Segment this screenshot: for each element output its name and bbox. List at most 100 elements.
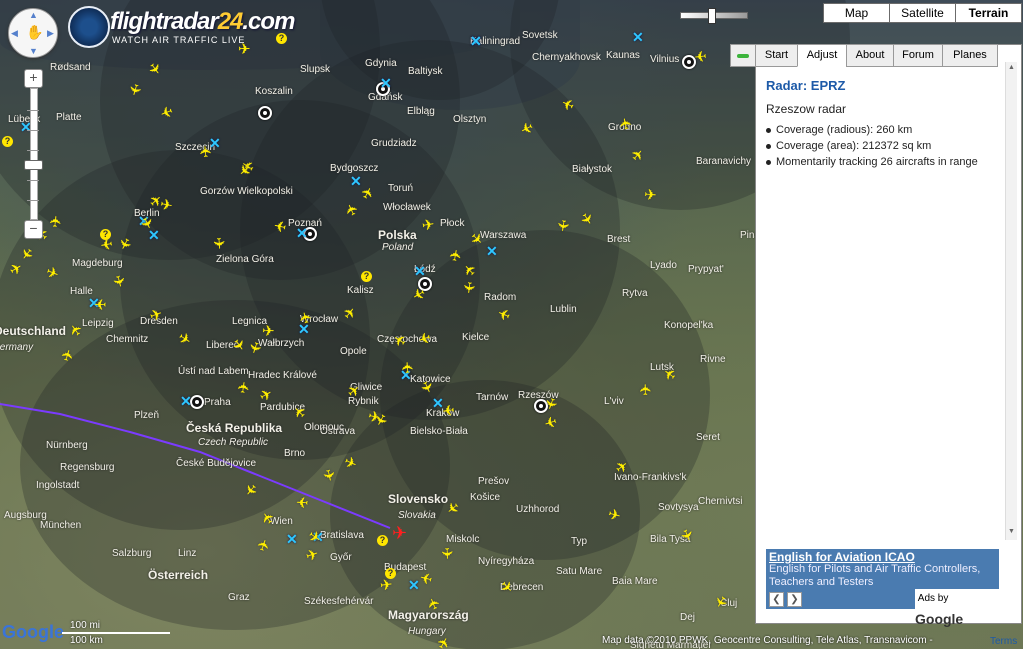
aircraft-icon[interactable]: ✈ — [643, 187, 657, 205]
city-label: Chemnitz — [106, 334, 149, 345]
city-label: Linz — [178, 548, 197, 559]
city-label: Białystok — [572, 164, 613, 175]
aircraft-icon[interactable]: ✈ — [158, 196, 174, 215]
city-label: Satu Mare — [556, 566, 603, 577]
pan-left-icon[interactable]: ◀ — [11, 28, 18, 39]
city-label: Hradec Králové — [248, 370, 317, 381]
city-label: Koszalin — [255, 86, 293, 97]
airport-icon[interactable]: ✕ — [180, 394, 192, 408]
city-label: Konopel'ka — [664, 320, 714, 331]
aircraft-icon[interactable]: ✈ — [447, 248, 466, 263]
city-label: České Budějovice — [176, 458, 257, 469]
city-label: Ingolstadt — [36, 480, 80, 491]
list-item: Momentarily tracking 26 aircrafts in ran… — [766, 156, 1006, 169]
city-label: Sovetsk — [522, 30, 558, 41]
info-marker-icon[interactable]: ? — [361, 271, 372, 282]
tab-about[interactable]: About — [846, 44, 894, 67]
opacity-slider-knob[interactable] — [708, 8, 716, 24]
airport-icon[interactable]: ✕ — [148, 228, 160, 242]
tab-start[interactable]: Start — [755, 44, 798, 67]
city-label: Typ — [571, 536, 588, 547]
airport-icon[interactable]: ✕ — [350, 174, 362, 188]
aircraft-icon[interactable]: ✈ — [553, 218, 572, 233]
flightradar-logo[interactable]: flightradar24.com WATCH AIR TRAFFIC LIVE — [68, 4, 295, 48]
aircraft-icon[interactable]: ✈ — [441, 400, 456, 419]
selected-aircraft-icon[interactable]: ✈ — [392, 523, 407, 544]
city-label: Praha — [204, 397, 231, 408]
country-english-label: Poland — [382, 242, 414, 253]
airport-icon[interactable]: ✕ — [486, 244, 498, 258]
radar-station-icon[interactable] — [258, 106, 272, 120]
hand-icon[interactable]: ✋ — [26, 24, 43, 41]
city-label: Toruń — [388, 183, 414, 194]
city-label: Regensburg — [60, 462, 115, 473]
airport-icon[interactable]: ✕ — [632, 30, 644, 44]
city-label: München — [40, 520, 82, 531]
tab-forum[interactable]: Forum — [893, 44, 943, 67]
opacity-slider[interactable] — [680, 8, 748, 24]
pan-control[interactable]: ▲ ▼ ◀ ▶ ✋ — [8, 8, 58, 58]
tab-adjust[interactable]: Adjust — [797, 44, 847, 67]
aircraft-icon[interactable]: ✈ — [209, 237, 227, 251]
map-type-satellite-button[interactable]: Satellite — [889, 3, 956, 23]
aircraft-icon[interactable]: ✈ — [197, 144, 215, 158]
info-marker-icon[interactable]: ? — [377, 535, 388, 546]
country-label: Deutschland — [0, 324, 67, 338]
ad-banner[interactable]: English for Aviation ICAO English for Pi… — [766, 549, 999, 627]
pan-up-icon[interactable]: ▲ — [29, 10, 38, 20]
aircraft-icon[interactable]: ✈ — [296, 493, 309, 511]
panel-scrollbar[interactable]: ▲ ▼ — [1005, 62, 1017, 540]
city-label: Radom — [484, 292, 517, 303]
airport-icon[interactable]: ✕ — [414, 264, 426, 278]
city-label: Bratislava — [320, 530, 364, 541]
aircraft-icon[interactable]: ✈ — [319, 467, 338, 483]
city-label: Kaunas — [606, 50, 640, 61]
minimize-panel-button[interactable] — [730, 44, 756, 67]
aircraft-icon[interactable]: ✈ — [438, 547, 455, 560]
zoom-out-button[interactable]: − — [24, 220, 43, 239]
city-label: Bielsko-Biała — [410, 426, 468, 437]
map-type-terrain-button[interactable]: Terrain — [955, 3, 1022, 23]
zoom-in-button[interactable]: + — [24, 69, 43, 88]
aircraft-icon[interactable]: ✈ — [94, 295, 107, 312]
ad-next-button[interactable]: ❯ — [787, 592, 802, 607]
aircraft-icon[interactable]: ✈ — [638, 383, 655, 396]
city-label: Lyado — [650, 260, 677, 271]
aircraft-icon[interactable]: ✈ — [693, 46, 707, 64]
pan-right-icon[interactable]: ▶ — [47, 28, 54, 39]
aircraft-icon[interactable]: ✈ — [459, 280, 477, 295]
aircraft-icon[interactable]: ✈ — [421, 216, 436, 235]
airport-icon[interactable]: ✕ — [470, 34, 482, 48]
ad-description: English for Pilots and Air Traffic Contr… — [769, 563, 981, 588]
airport-icon[interactable]: ✕ — [296, 226, 308, 240]
map-type-map-button[interactable]: Map — [823, 3, 890, 23]
city-label: Kielce — [462, 332, 490, 343]
city-label: Nürnberg — [46, 440, 88, 451]
radar-station-icon[interactable] — [190, 395, 204, 409]
terms-link[interactable]: Terms — [990, 636, 1017, 647]
aircraft-icon[interactable]: ✈ — [379, 576, 394, 594]
info-marker-icon[interactable]: ? — [100, 229, 111, 240]
tab-planes[interactable]: Planes — [942, 44, 998, 67]
aircraft-icon[interactable]: ✈ — [262, 323, 275, 340]
ads-by-google[interactable]: Ads by Google — [915, 589, 999, 627]
pan-down-icon[interactable]: ▼ — [29, 46, 38, 56]
city-label: Rytva — [622, 288, 648, 299]
scroll-up-icon[interactable]: ▲ — [1008, 64, 1015, 71]
airport-icon[interactable]: ✕ — [380, 76, 392, 90]
scroll-down-icon[interactable]: ▼ — [1008, 528, 1015, 535]
ad-title-link[interactable]: English for Aviation ICAO — [769, 550, 915, 564]
city-label: Gorzów Wielkopolski — [200, 186, 293, 197]
aircraft-icon[interactable]: ✈ — [399, 361, 417, 374]
info-marker-icon[interactable]: ? — [2, 136, 13, 147]
airport-icon[interactable]: ✕ — [286, 532, 298, 546]
country-label: Česká Republika — [186, 421, 283, 435]
city-label: L'viv — [604, 396, 624, 407]
radar-subtitle: Rzeszow radar — [766, 102, 847, 116]
ad-prev-button[interactable]: ❮ — [769, 592, 784, 607]
aircraft-icon[interactable]: ✈ — [47, 214, 65, 228]
info-marker-icon[interactable]: ? — [385, 568, 396, 579]
google-logo[interactable]: Google — [2, 622, 64, 643]
aircraft-icon[interactable]: ✈ — [235, 380, 254, 395]
zoom-slider-handle[interactable] — [24, 160, 43, 170]
